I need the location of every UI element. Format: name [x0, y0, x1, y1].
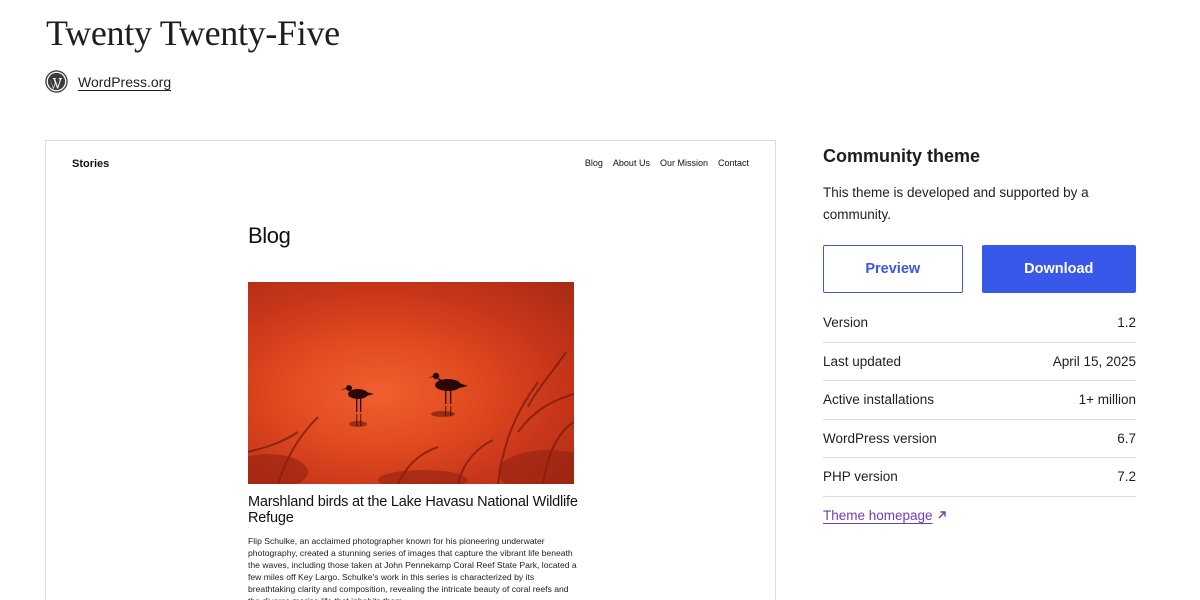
meta-row-active-installations: Active installations 1+ million [823, 381, 1136, 420]
page-title: Twenty Twenty-Five [46, 13, 340, 53]
preview-nav-about: About Us [612, 158, 650, 168]
meta-label: WordPress version [823, 430, 937, 446]
download-button[interactable]: Download [981, 245, 1136, 293]
meta-row-version: Version 1.2 [823, 304, 1136, 343]
external-arrow-icon [938, 511, 946, 519]
meta-value: 7.2 [1117, 469, 1136, 485]
meta-row-last-updated: Last updated April 15, 2025 [823, 343, 1136, 381]
meta-value: 1+ million [1078, 392, 1136, 408]
preview-nav-mission: Our Mission [659, 158, 708, 168]
author-row: WordPress.org [45, 70, 171, 93]
wordpress-logo-icon[interactable] [45, 70, 68, 93]
meta-value: 6.7 [1117, 430, 1136, 446]
theme-homepage-label: Theme homepage [823, 507, 933, 523]
community-theme-heading: Community theme [823, 146, 981, 166]
meta-label: Active installations [823, 392, 935, 408]
meta-label: Last updated [823, 353, 902, 369]
theme-sidebar: Community theme This theme is developed … [823, 140, 1136, 525]
preview-page-heading: Blog [248, 223, 291, 248]
action-buttons: Preview Download [823, 245, 1136, 293]
community-theme-description: This theme is developed and supported by… [823, 185, 1089, 222]
meta-value: April 15, 2025 [1052, 353, 1136, 369]
preview-nav-contact: Contact [717, 158, 749, 168]
theme-meta-table: Version 1.2 Last updated April 15, 2025 … [823, 304, 1136, 497]
meta-row-php-version: PHP version 7.2 [823, 458, 1136, 497]
preview-site-title: Stories [72, 158, 110, 170]
preview-nav-blog: Blog [584, 158, 603, 168]
preview-featured-image [248, 282, 574, 484]
meta-label: Version [823, 315, 869, 331]
preview-button[interactable]: Preview [823, 245, 963, 293]
preview-post-excerpt: Flip Schulke, an acclaimed photographer … [248, 536, 577, 600]
meta-label: PHP version [823, 469, 898, 485]
meta-row-wordpress-version: WordPress version 6.7 [823, 420, 1136, 458]
theme-homepage-link[interactable]: Theme homepage [823, 508, 947, 523]
birds-photo [248, 351, 574, 484]
meta-value: 1.2 [1117, 315, 1136, 331]
theme-preview-frame[interactable]: Stories Blog About Us Our Mission Contac… [45, 140, 776, 600]
preview-post-title: Marshland birds at the Lake Havasu Natio… [248, 494, 578, 526]
preview-nav: Blog About Us Our Mission Contact [585, 158, 749, 168]
author-link[interactable]: WordPress.org [78, 74, 171, 90]
